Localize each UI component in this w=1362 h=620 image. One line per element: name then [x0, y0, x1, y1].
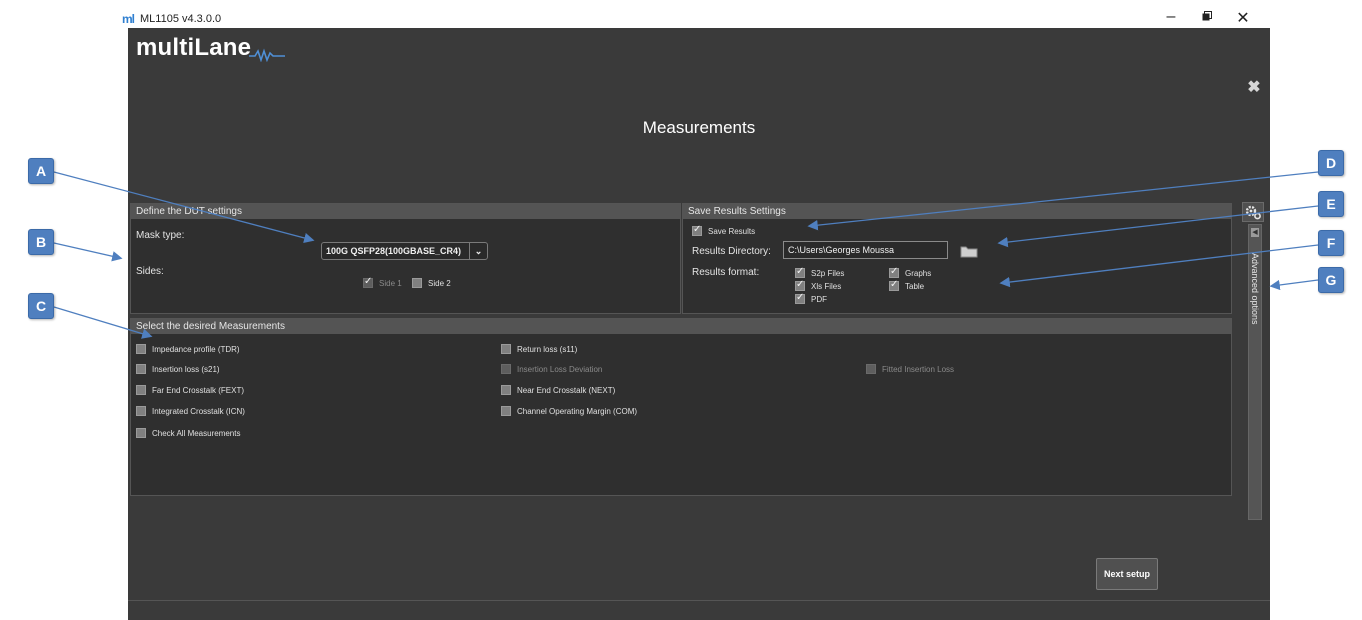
- measurement-label: Insertion Loss Deviation: [517, 364, 603, 374]
- side1-checkbox[interactable]: Side 1: [363, 276, 402, 288]
- side2-check: [412, 278, 422, 288]
- measurement-check: [501, 385, 511, 395]
- gear-icon: [1245, 205, 1261, 220]
- xls-files-checkbox[interactable]: Xls Files: [795, 279, 842, 291]
- mask-type-select[interactable]: 100G QSFP28(100GBASE_CR4) ⌄: [321, 242, 488, 260]
- callout-arrow-g: [1269, 279, 1319, 291]
- measurement-item[interactable]: Return loss (s11): [501, 344, 577, 354]
- graphs-check: [889, 266, 899, 278]
- measurement-check: [136, 406, 146, 416]
- measurement-check: [501, 344, 511, 354]
- measurement-label: Impedance profile (TDR): [152, 344, 240, 354]
- results-format-label: Results format:: [692, 267, 760, 278]
- logo-wave-icon: [249, 48, 286, 62]
- measurement-label: Channel Operating Margin (COM): [517, 406, 638, 416]
- graphs-label: Graphs: [905, 268, 932, 278]
- browse-folder-button[interactable]: [960, 244, 978, 258]
- measurement-label: Insertion loss (s21): [152, 364, 220, 374]
- save-results-checkbox[interactable]: Save Results: [692, 224, 756, 236]
- restore-icon: [1202, 11, 1212, 21]
- save-results-label: Save Results: [708, 226, 756, 236]
- callout-g: G: [1318, 267, 1344, 293]
- window-title: ML1105 v4.3.0.0: [140, 13, 222, 25]
- s2p-files-checkbox[interactable]: S2p Files: [795, 266, 845, 278]
- measurement-item[interactable]: Fitted Insertion Loss: [866, 364, 954, 374]
- measurement-label: Fitted Insertion Loss: [882, 364, 955, 374]
- pdf-label: PDF: [811, 294, 827, 304]
- callout-d: D: [1318, 150, 1344, 176]
- measurement-label: Return loss (s11): [517, 344, 578, 354]
- advanced-settings-button[interactable]: [1242, 202, 1264, 222]
- restore-button[interactable]: [1196, 8, 1218, 26]
- table-label: Table: [905, 281, 925, 291]
- s2p-label: S2p Files: [811, 268, 845, 278]
- graphs-checkbox[interactable]: Graphs: [889, 266, 932, 278]
- measurement-check: [136, 385, 146, 395]
- measurement-item[interactable]: Insertion Loss Deviation: [501, 364, 602, 374]
- logo-text: multiLane: [136, 34, 252, 61]
- folder-icon: [960, 246, 978, 258]
- measurement-check: [866, 364, 876, 374]
- collapse-arrow-icon[interactable]: ◀: [1251, 228, 1259, 237]
- save-results-check: [692, 224, 702, 236]
- measurement-check: [501, 364, 511, 374]
- check-all-measurements[interactable]: Check All Measurements: [136, 428, 240, 438]
- sides-label: Sides:: [136, 266, 164, 277]
- pdf-check: [795, 292, 805, 304]
- table-check: [889, 279, 899, 291]
- measurement-check: [501, 406, 511, 416]
- save-results-panel: Save Results Settings Save Results Resul…: [682, 203, 1232, 314]
- measurement-check: [136, 364, 146, 374]
- measurement-item[interactable]: Near End Crosstalk (NEXT): [501, 385, 615, 395]
- measurement-check: [136, 344, 146, 354]
- app-window: multiLane ✖ Measurements Define the DUT …: [128, 28, 1270, 620]
- advanced-options-tab[interactable]: ◀ Advanced options: [1248, 224, 1262, 520]
- measurement-label: Check All Measurements: [152, 428, 241, 438]
- side2-checkbox[interactable]: Side 2: [412, 278, 451, 288]
- table-checkbox[interactable]: Table: [889, 279, 925, 291]
- measurement-item[interactable]: Channel Operating Margin (COM): [501, 406, 637, 416]
- side1-label: Side 1: [379, 278, 402, 288]
- callout-e: E: [1318, 191, 1344, 217]
- minimize-button[interactable]: –: [1160, 8, 1182, 26]
- close-window-button[interactable]: ✕: [1232, 8, 1254, 28]
- results-directory-input[interactable]: C:\Users\Georges Moussa: [783, 241, 948, 259]
- next-setup-button[interactable]: Next setup: [1096, 558, 1158, 590]
- page-title: Measurements: [642, 118, 756, 137]
- measurement-label: Integrated Crosstalk (ICN): [152, 406, 245, 416]
- save-panel-header: Save Results Settings: [683, 204, 1231, 219]
- callout-a: A: [28, 158, 54, 184]
- close-icon[interactable]: ✖: [1246, 80, 1262, 96]
- pdf-checkbox[interactable]: PDF: [795, 292, 827, 304]
- measurement-label: Far End Crosstalk (FEXT): [152, 385, 245, 395]
- callout-f: F: [1318, 230, 1344, 256]
- dut-settings-panel: Define the DUT settings Mask type: 100G …: [130, 203, 681, 314]
- measurement-item[interactable]: Integrated Crosstalk (ICN): [136, 406, 245, 416]
- measurements-panel: Select the desired Measurements Impedanc…: [130, 318, 1232, 496]
- xls-label: Xls Files: [811, 281, 842, 291]
- measurement-item[interactable]: Impedance profile (TDR): [136, 344, 240, 354]
- side2-label: Side 2: [428, 278, 451, 288]
- bottom-bar: [128, 600, 1270, 620]
- chevron-down-icon: ⌄: [469, 243, 487, 259]
- callout-c: C: [28, 293, 54, 319]
- multilane-logo: multiLane: [136, 34, 286, 62]
- app-icon: ml: [122, 12, 135, 26]
- xls-check: [795, 279, 805, 291]
- dut-panel-header: Define the DUT settings: [131, 204, 680, 219]
- measurements-panel-header: Select the desired Measurements: [131, 319, 1231, 334]
- mask-type-value: 100G QSFP28(100GBASE_CR4): [326, 246, 462, 256]
- measurement-item[interactable]: Far End Crosstalk (FEXT): [136, 385, 244, 395]
- measurement-label: Near End Crosstalk (NEXT): [517, 385, 616, 395]
- side1-check: [363, 276, 373, 288]
- callout-b: B: [28, 229, 54, 255]
- window-title-bar: ml ML1105 v4.3.0.0: [122, 10, 221, 28]
- results-directory-label: Results Directory:: [692, 246, 771, 257]
- mask-type-label: Mask type:: [136, 230, 185, 241]
- measurement-item[interactable]: Insertion loss (s21): [136, 364, 220, 374]
- s2p-check: [795, 266, 805, 278]
- advanced-options-label: Advanced options: [1250, 253, 1260, 325]
- measurement-check: [136, 428, 146, 438]
- callout-arrow-b: [53, 242, 123, 262]
